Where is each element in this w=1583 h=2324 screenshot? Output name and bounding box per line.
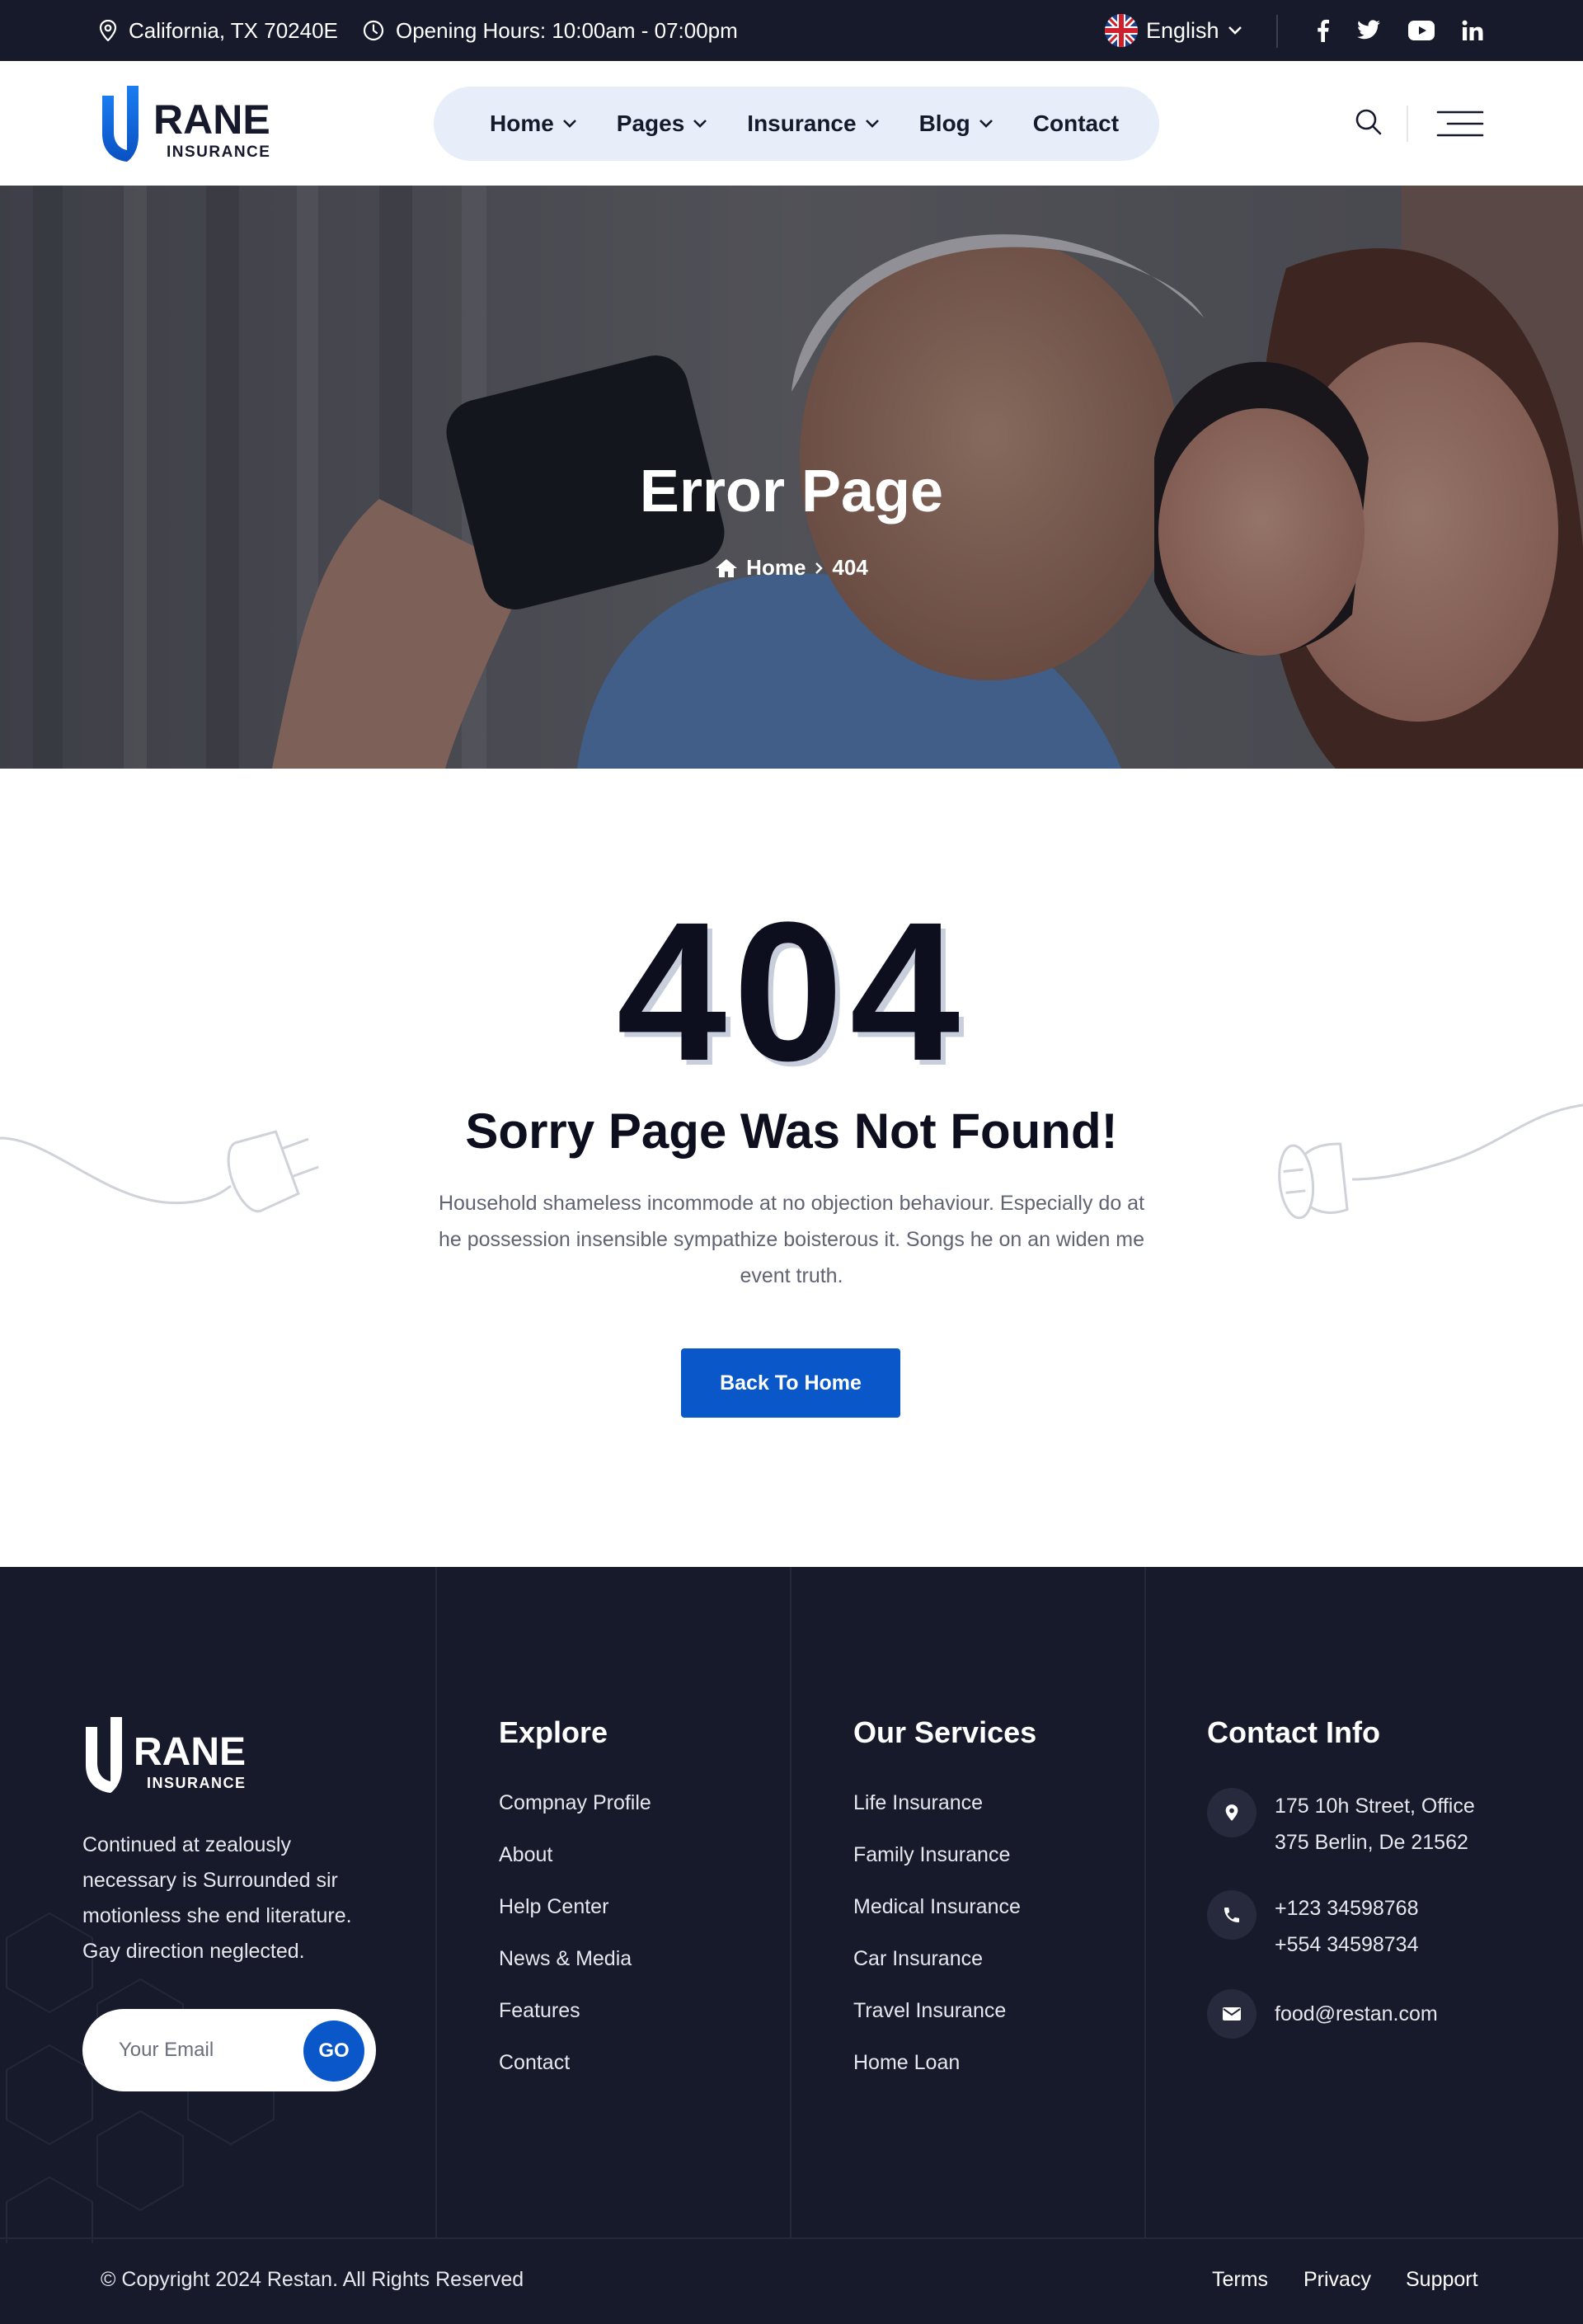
address-line-1: 175 10h Street, Office <box>1275 1795 1475 1818</box>
footer-link-medical-insurance[interactable]: Medical Insurance <box>853 1895 1021 1947</box>
services-links: Life Insurance Family Insurance Medical … <box>853 1791 1021 2103</box>
newsletter-form: GO <box>82 2009 376 2091</box>
footer-link-support[interactable]: Support <box>1406 2268 1478 2292</box>
nav-pages[interactable]: Pages <box>617 111 708 137</box>
youtube-icon[interactable] <box>1407 0 1436 61</box>
footer-column-divider <box>1144 1567 1146 2237</box>
language-label: English <box>1146 17 1219 43</box>
explore-heading: Explore <box>499 1715 608 1749</box>
site-header: RANE INSURANCE Home Pages Insurance Blog… <box>0 61 1583 186</box>
hours-info: Opening Hours: 10:00am - 07:00pm <box>363 0 738 61</box>
nav-blog[interactable]: Blog <box>919 111 993 137</box>
linkedin-icon[interactable] <box>1458 0 1487 61</box>
footer-column-divider <box>435 1567 437 2237</box>
nav-pages-label: Pages <box>616 111 685 136</box>
email-address[interactable]: food@restan.com <box>1275 1989 1438 2039</box>
address-line-2: 375 Berlin, De 21562 <box>1275 1831 1468 1854</box>
uk-flag-icon <box>1105 14 1138 47</box>
footer-bottom-divider <box>0 2237 1583 2239</box>
phone-1[interactable]: +123 34598768 <box>1275 1890 1419 1926</box>
breadcrumb-current: 404 <box>832 555 868 580</box>
back-to-home-button[interactable]: Back To Home <box>681 1348 900 1418</box>
footer-column-divider <box>790 1567 792 2237</box>
explore-links: Compnay Profile About Help Center News &… <box>499 1791 651 2103</box>
footer-link-car-insurance[interactable]: Car Insurance <box>853 1947 1021 1999</box>
facebook-icon[interactable] <box>1308 0 1337 61</box>
newsletter-email-input[interactable] <box>119 2034 292 2067</box>
chevron-down-icon <box>1228 26 1242 35</box>
nav-home[interactable]: Home <box>490 111 577 137</box>
site-footer: RANE INSURANCE Continued at zealously ne… <box>0 1567 1583 2324</box>
contact-email: food@restan.com <box>1207 1989 1438 2039</box>
hamburger-menu-icon[interactable] <box>1436 109 1484 139</box>
main-nav: Home Pages Insurance Blog Contact <box>434 87 1159 161</box>
page-title: Error Page <box>639 459 944 525</box>
page-hero: Error Page Home 404 <box>0 186 1583 769</box>
footer-logo-subtext: INSURANCE <box>147 1775 247 1791</box>
chevron-down-icon <box>693 120 707 128</box>
footer-link-family-insurance[interactable]: Family Insurance <box>853 1843 1021 1895</box>
twitter-icon[interactable] <box>1354 0 1383 61</box>
phone-2[interactable]: +554 34598734 <box>1275 1926 1419 1963</box>
footer-logo-wordmark: RANE <box>134 1730 246 1774</box>
clock-icon <box>363 20 384 41</box>
breadcrumb-home-link[interactable]: Home <box>746 555 806 581</box>
location-info: California, TX 70240E <box>99 0 338 61</box>
copyright-text: © Copyright 2024 Restan. All Rights Rese… <box>101 2268 524 2291</box>
chevron-down-icon <box>865 120 879 128</box>
contact-phone: +123 34598768 +554 34598734 <box>1207 1890 1419 1963</box>
breadcrumb: Home 404 <box>0 555 1583 581</box>
error-description: Household shameless incommode at no obje… <box>438 1192 1145 1287</box>
contact-address: 175 10h Street, Office 375 Berlin, De 215… <box>1207 1788 1475 1861</box>
nav-insurance-label: Insurance <box>747 111 857 136</box>
newsletter-go-button[interactable]: GO <box>303 2021 364 2082</box>
footer-link-news-media[interactable]: News & Media <box>499 1947 651 1999</box>
footer-link-travel-insurance[interactable]: Travel Insurance <box>853 1999 1021 2051</box>
footer-link-home-loan[interactable]: Home Loan <box>853 2051 1021 2103</box>
nav-insurance[interactable]: Insurance <box>747 111 879 137</box>
logo-subtext: INSURANCE <box>167 143 270 161</box>
header-divider <box>1407 106 1408 142</box>
hours-text: Opening Hours: 10:00am - 07:00pm <box>396 17 738 43</box>
language-selector[interactable]: English <box>1105 0 1242 61</box>
nav-contact-label: Contact <box>1032 111 1120 136</box>
footer-link-help-center[interactable]: Help Center <box>499 1895 651 1947</box>
footer-link-privacy[interactable]: Privacy <box>1304 2268 1371 2292</box>
footer-link-terms[interactable]: Terms <box>1212 2268 1268 2292</box>
footer-link-life-insurance[interactable]: Life Insurance <box>853 1791 1021 1843</box>
footer-link-company-profile[interactable]: Compnay Profile <box>499 1791 651 1843</box>
chevron-down-icon <box>979 120 993 128</box>
footer-link-about[interactable]: About <box>499 1843 651 1895</box>
footer-logo[interactable]: RANE INSURANCE <box>82 1715 247 1795</box>
search-icon[interactable] <box>1354 107 1383 137</box>
phone-icon <box>1207 1890 1257 1940</box>
home-icon <box>716 558 738 577</box>
error-code: 404 <box>616 881 967 1102</box>
nav-home-label: Home <box>490 111 554 136</box>
plug-left-illustration <box>0 1130 319 1213</box>
plug-right-illustration <box>1278 1103 1583 1220</box>
brand-logo[interactable]: RANE INSURANCE <box>99 84 272 163</box>
chevron-down-icon <box>562 120 576 128</box>
envelope-icon <box>1207 1989 1257 2039</box>
nav-contact[interactable]: Contact <box>1033 111 1119 137</box>
services-heading: Our Services <box>853 1715 1037 1749</box>
footer-link-contact[interactable]: Contact <box>499 2051 651 2103</box>
topbar-divider <box>1276 15 1278 48</box>
footer-about-text: Continued at zealously necessary is Surr… <box>82 1833 352 1963</box>
top-bar: California, TX 70240E Opening Hours: 10:… <box>0 0 1583 61</box>
map-pin-icon <box>1207 1788 1257 1837</box>
nav-blog-label: Blog <box>918 111 970 136</box>
map-pin-icon <box>99 20 117 41</box>
logo-wordmark: RANE <box>153 96 270 143</box>
contact-heading: Contact Info <box>1207 1715 1380 1749</box>
chevron-right-icon <box>815 562 824 574</box>
location-text: California, TX 70240E <box>129 17 338 43</box>
footer-link-features[interactable]: Features <box>499 1999 651 2051</box>
